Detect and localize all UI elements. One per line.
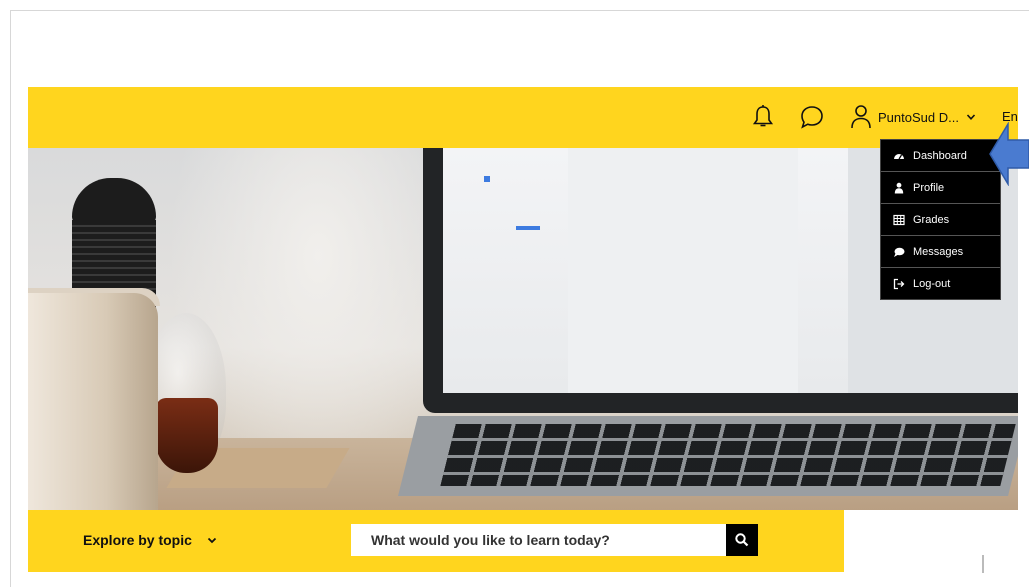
laptop-screen-accent-dot: [484, 176, 490, 182]
bulb-cap: [72, 178, 156, 224]
menu-item-label: Dashboard: [913, 149, 967, 162]
bell-icon[interactable]: [750, 104, 776, 130]
explore-label: Explore by topic: [83, 532, 192, 548]
bulb-liquid: [156, 398, 218, 473]
user-name: PuntoSud D...: [878, 109, 959, 125]
search-bar: Explore by topic: [28, 510, 844, 572]
scroll-indicator: [982, 555, 984, 573]
menu-item-label: Grades: [913, 213, 950, 226]
search-input[interactable]: [351, 524, 726, 556]
search-button[interactable]: [726, 524, 758, 556]
callout-arrow-icon: [989, 122, 1029, 186]
menu-item-label: Profile: [913, 181, 945, 194]
menu-item-profile[interactable]: Profile: [881, 172, 1000, 204]
user-menu-toggle[interactable]: PuntoSud D...: [850, 104, 977, 130]
menu-item-dashboard[interactable]: Dashboard: [881, 140, 1000, 172]
menu-item-label: Messages: [913, 245, 964, 258]
chevron-down-icon: [207, 537, 217, 544]
menu-item-label: Log-out: [913, 278, 951, 290]
laptop-screen-window: [568, 148, 798, 393]
top-navigation-bar: PuntoSud D... En: [28, 87, 1018, 148]
hero-image: [28, 148, 1018, 510]
menu-item-logout[interactable]: Log-out: [881, 268, 1000, 300]
chevron-down-icon: [966, 114, 976, 120]
speech-bubble-icon: [894, 247, 905, 257]
menu-item-grades[interactable]: Grades: [881, 204, 1000, 236]
mug: [28, 293, 158, 510]
laptop-key-rows: [440, 424, 1016, 486]
explore-by-topic-dropdown[interactable]: Explore by topic: [83, 532, 218, 548]
laptop-screen-accent: [516, 226, 540, 230]
dashboard-icon: [894, 153, 904, 159]
user-dropdown-menu: Dashboard Profile Grades Messages Log-ou…: [880, 139, 1001, 300]
user-icon: [851, 105, 871, 129]
menu-item-messages[interactable]: Messages: [881, 236, 1000, 268]
sign-out-icon: [893, 278, 905, 290]
person-icon: [894, 182, 904, 193]
search-icon: [735, 533, 749, 547]
table-icon: [893, 214, 905, 225]
chat-bubble-icon[interactable]: [799, 104, 825, 130]
